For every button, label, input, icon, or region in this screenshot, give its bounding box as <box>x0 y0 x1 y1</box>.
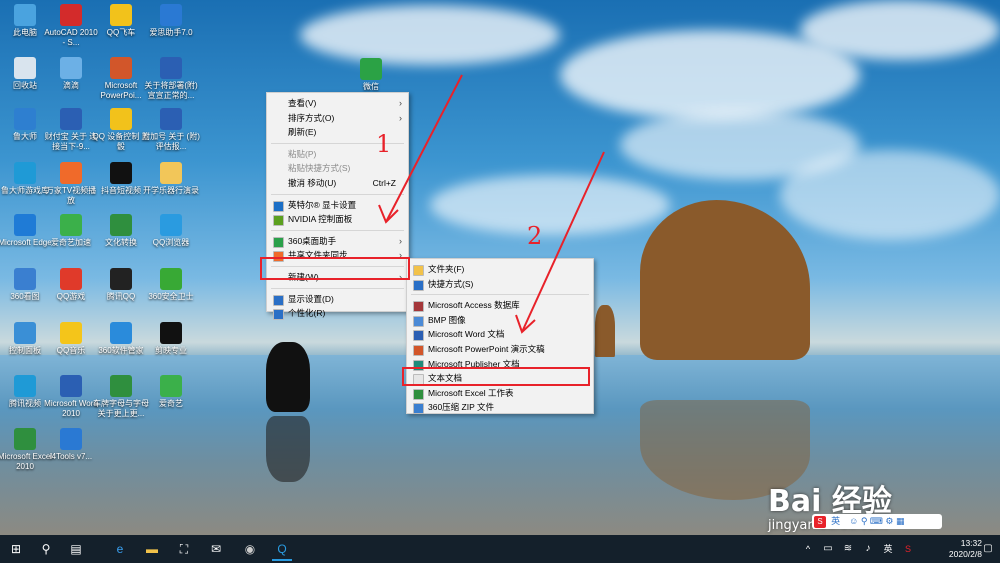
annotation-arrows <box>378 74 605 334</box>
settings-app-icon[interactable]: ◉ <box>240 539 260 559</box>
tray-chevron-icon[interactable]: ^ <box>798 539 818 559</box>
desktop-wallpaper[interactable]: 此电脑 AutoCAD 2010 - S... QQ飞车 爱思助手7.0 回收站 滴滴 Mi… <box>0 0 1000 535</box>
notification-icon[interactable]: ▢ <box>978 539 998 559</box>
file-explorer-icon[interactable]: ▬ <box>142 539 162 559</box>
ime-indicator[interactable]: 英 <box>878 539 898 559</box>
task-view-icon[interactable]: ▤ <box>66 539 86 559</box>
qq-browser-icon[interactable]: Q <box>272 539 292 561</box>
mail-icon[interactable]: ✉ <box>206 539 226 559</box>
annotation-number-2: 2 <box>527 222 543 250</box>
search-icon[interactable]: ⚲ <box>36 539 56 559</box>
sogou-tray-icon[interactable]: S <box>898 539 918 559</box>
taskbar: ⊞ ⚲ ▤ e ▬ ⛶ ✉ ◉ Q ^ ▭ ≋ ♪ 英 S 13:32 2020… <box>0 535 1000 563</box>
start-button[interactable]: ⊞ <box>6 539 26 559</box>
sogou-icon: S <box>814 516 826 528</box>
annotation-number-1: 1 <box>376 130 392 158</box>
store-icon[interactable]: ⛶ <box>174 539 194 559</box>
wifi-icon[interactable]: ≋ <box>838 539 858 559</box>
ime-tools-icon[interactable]: ☺ ⚲ ⌨ ⚙ ▦ <box>849 516 904 526</box>
arrow-one-line <box>385 74 463 223</box>
arrow-one-head <box>378 204 399 224</box>
volume-icon[interactable]: ♪ <box>858 539 878 559</box>
ime-language[interactable]: 英 <box>831 516 840 526</box>
edge-icon[interactable]: e <box>110 539 130 559</box>
network-icon[interactable]: ▭ <box>818 539 838 559</box>
ime-toolbar[interactable]: S 英 ☺ ⚲ ⌨ ⚙ ▦ <box>812 514 942 529</box>
